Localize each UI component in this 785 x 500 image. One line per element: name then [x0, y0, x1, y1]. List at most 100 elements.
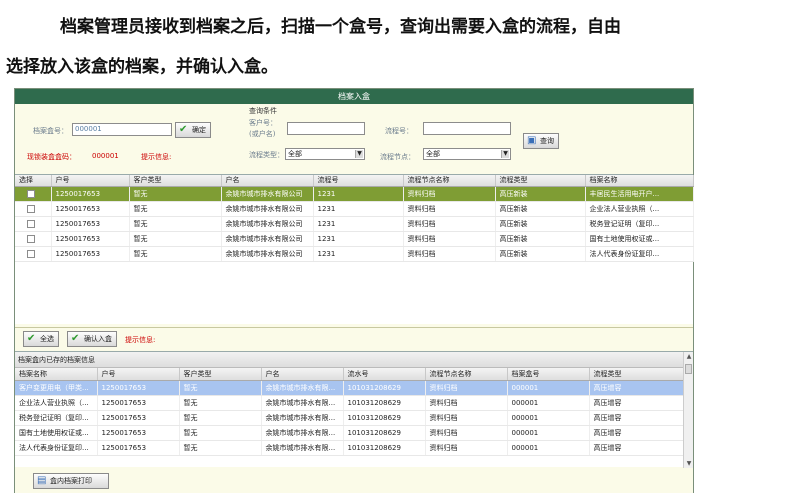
cell-archive-name: 客户变更用电（甲类... [15, 380, 98, 396]
query-button-label: 查询 [540, 137, 554, 145]
scroll-down-icon[interactable]: ▼ [684, 459, 694, 468]
cell-archive-name: 法人代表身份证复印... [15, 440, 98, 456]
cell-account-name: 余姚市城市排水有限公司 [221, 246, 314, 262]
flow-number-input[interactable] [423, 122, 511, 135]
cell-archive-name: 税务登记证明（复印... [15, 410, 98, 426]
query-conditions-title: 查询条件 [249, 107, 277, 115]
cell-serial-number: 101031208629 [343, 440, 426, 456]
table-row[interactable]: 1250017653 暂无 余姚市城市排水有限公司 1231 资料归档 高压新装… [15, 186, 694, 202]
cell-box-number: 000001 [507, 395, 590, 411]
grid2-header-flow-type[interactable]: 流程类型 [589, 368, 684, 381]
cell-account-name: 余姚市城市排水有限... [261, 425, 344, 441]
cell-box-number: 000001 [507, 380, 590, 396]
cell-customer-type: 暂无 [179, 440, 262, 456]
grid2-header-account[interactable]: 户号 [97, 368, 180, 381]
flow-node-label: 流程节点： [380, 153, 415, 161]
window-title: 档案入盒 [15, 89, 693, 104]
flow-type-select[interactable]: 全部 ▼ [285, 148, 365, 160]
print-button[interactable]: ▤ 盒内档案打印 [33, 473, 109, 489]
table-row[interactable]: 国有土地使用权证或... 1250017653 暂无 余姚市城市排水有限... … [15, 425, 684, 441]
cell-flow-node: 资料归档 [403, 201, 496, 217]
select-checkbox[interactable] [27, 249, 35, 258]
table-row[interactable]: 客户变更用电（甲类... 1250017653 暂无 余姚市城市排水有限... … [15, 380, 684, 396]
cell-archive-name: 法人代表身份证复印... [585, 246, 694, 262]
cell-archive-name: 企业法人营业执照（... [15, 395, 98, 411]
cell-serial-number: 101031208629 [343, 395, 426, 411]
cell-customer-type: 暂无 [179, 395, 262, 411]
grid2-header-flow-node[interactable]: 流程节点名称 [425, 368, 508, 381]
cell-account-name: 余姚市城市排水有限... [261, 395, 344, 411]
print-button-label: 盒内档案打印 [50, 477, 92, 485]
grid1-header-archive-name[interactable]: 档案名称 [585, 175, 694, 187]
action-bar: ✔ 全选 ✔ 确认入盒 提示信息: [15, 327, 693, 349]
cell-box-number: 000001 [507, 440, 590, 456]
grid2-header-serial-number[interactable]: 流水号 [343, 368, 426, 381]
grid2-header-box-number[interactable]: 档案盒号 [507, 368, 590, 381]
confirm-button-label: 确定 [192, 126, 206, 134]
flow-node-select[interactable]: 全部 ▼ [423, 148, 511, 160]
cell-flow-type: 高压增容 [589, 395, 684, 411]
cell-flow-node: 资料归档 [425, 425, 508, 441]
cell-flow-type: 高压新装 [495, 231, 586, 247]
cell-account-name: 余姚市城市排水有限公司 [221, 231, 314, 247]
cell-serial-number: 101031208629 [343, 425, 426, 441]
select-checkbox[interactable] [27, 189, 35, 198]
cell-box-number: 000001 [507, 410, 590, 426]
cell-customer-type: 暂无 [129, 231, 222, 247]
select-checkbox[interactable] [27, 234, 35, 243]
select-checkbox[interactable] [27, 204, 35, 213]
grid1-header-account[interactable]: 户号 [51, 175, 130, 187]
grid1-header-select[interactable]: 选择 [15, 175, 52, 187]
cell-flow-node: 资料归档 [403, 216, 496, 232]
doc-paragraph-line-2: 选择放入该盒的档案，并确认入盒。 [6, 57, 278, 77]
table-row[interactable]: 法人代表身份证复印... 1250017653 暂无 余姚市城市排水有限... … [15, 440, 684, 456]
grid2-header-account-name[interactable]: 户名 [261, 368, 344, 381]
confirm-button[interactable]: ✔ 确定 [175, 122, 211, 138]
grid1-header-account-name[interactable]: 户名 [221, 175, 314, 187]
cell-flow-number: 1231 [313, 216, 404, 232]
cell-flow-number: 1231 [313, 201, 404, 217]
cell-account-name: 余姚市城市排水有限... [261, 440, 344, 456]
customer-input[interactable] [287, 122, 365, 135]
cell-flow-node: 资料归档 [403, 186, 496, 202]
grid2-header-customer-type[interactable]: 客户类型 [179, 368, 262, 381]
table-row[interactable]: 企业法人营业执照（... 1250017653 暂无 余姚市城市排水有限... … [15, 395, 684, 411]
cell-flow-node: 资料归档 [403, 231, 496, 247]
table-row[interactable]: 1250017653 暂无 余姚市城市排水有限公司 1231 资料归档 高压新装… [15, 201, 694, 217]
table-row[interactable]: 1250017653 暂无 余姚市城市排水有限公司 1231 资料归档 高压新装… [15, 246, 694, 262]
cell-account: 1250017653 [97, 395, 180, 411]
table-row[interactable]: 1250017653 暂无 余姚市城市排水有限公司 1231 资料归档 高压新装… [15, 231, 694, 247]
confirm-boxing-button[interactable]: ✔ 确认入盒 [67, 331, 117, 347]
scroll-thumb[interactable] [685, 364, 692, 374]
query-button[interactable]: ▣ 查询 [523, 133, 559, 149]
select-all-label: 全选 [40, 335, 54, 343]
cell-customer-type: 暂无 [179, 425, 262, 441]
chevron-down-icon: ▼ [501, 150, 509, 158]
vertical-scrollbar[interactable]: ▲ ▼ [683, 352, 693, 468]
cell-flow-node: 资料归档 [425, 395, 508, 411]
grid1-header-flow-node[interactable]: 流程节点名称 [403, 175, 496, 187]
check-icon: ✔ [27, 333, 36, 344]
table-row[interactable]: 1250017653 暂无 余姚市城市排水有限公司 1231 资料归档 高压新装… [15, 216, 694, 232]
cell-flow-type: 高压增容 [589, 380, 684, 396]
select-all-button[interactable]: ✔ 全选 [23, 331, 59, 347]
box-number-input[interactable]: 000001 [72, 123, 172, 136]
grid1-header-flow-type[interactable]: 流程类型 [495, 175, 586, 187]
grid2-header-archive-name[interactable]: 档案名称 [15, 368, 98, 381]
box-number-label: 档案盒号： [33, 127, 68, 135]
table-row[interactable]: 税务登记证明（复印... 1250017653 暂无 余姚市城市排水有限... … [15, 410, 684, 426]
grid1-header-flow-number[interactable]: 流程号 [313, 175, 404, 187]
cell-customer-type: 暂无 [179, 410, 262, 426]
cell-account: 1250017653 [97, 440, 180, 456]
cell-account-name: 余姚市城市排水有限公司 [221, 216, 314, 232]
boxed-archives-panel: 档案盒内已存的档案信息 档案名称 户号 客户类型 户名 流水号 流程节点名称 档… [15, 351, 693, 468]
select-checkbox[interactable] [27, 219, 35, 228]
cell-account: 1250017653 [97, 380, 180, 396]
cell-flow-type: 高压增容 [589, 425, 684, 441]
boxed-archives-title: 档案盒内已存的档案信息 [15, 352, 693, 368]
cell-account-name: 余姚市城市排水有限... [261, 380, 344, 396]
grid1-header-customer-type[interactable]: 客户类型 [129, 175, 222, 187]
confirm-boxing-label: 确认入盒 [84, 335, 112, 343]
check-icon: ✔ [179, 124, 188, 135]
scroll-up-icon[interactable]: ▲ [684, 352, 694, 361]
